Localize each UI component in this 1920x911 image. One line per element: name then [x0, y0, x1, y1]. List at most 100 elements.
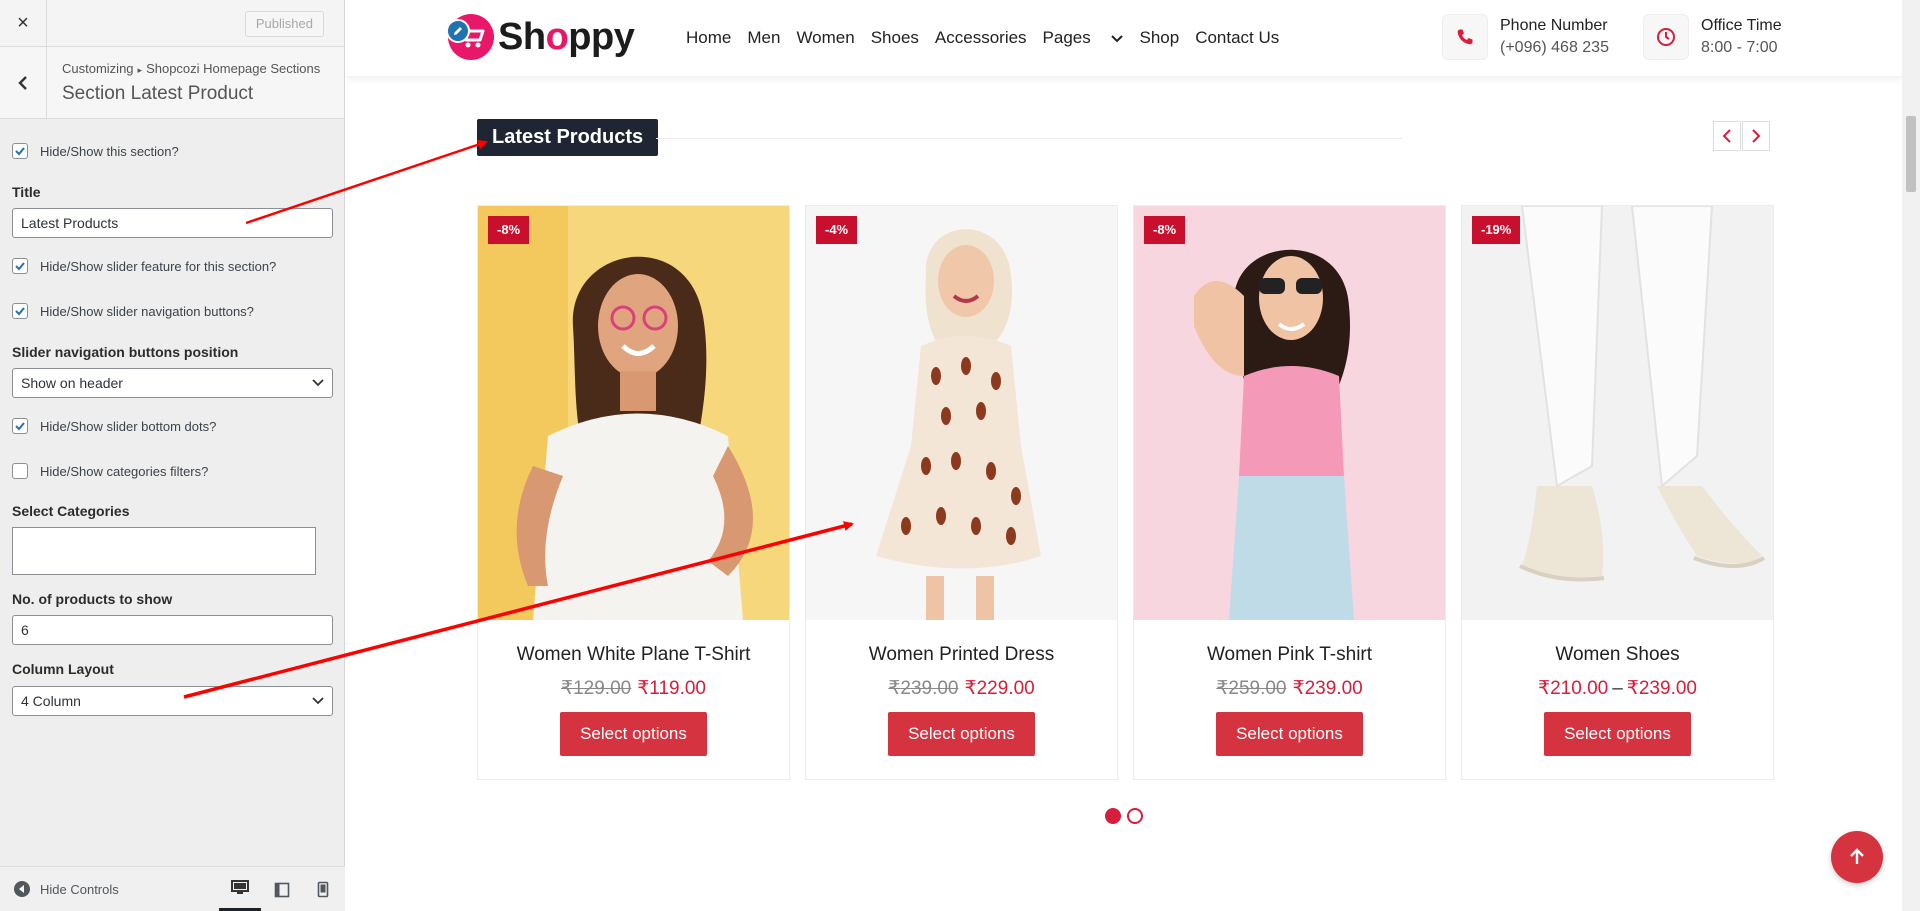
mobile-icon[interactable] [302, 867, 344, 911]
product-card[interactable]: -4% Women Printed Dress ₹239.00 ₹229.00 S… [805, 205, 1118, 780]
scrollbar-thumb[interactable] [1906, 116, 1916, 192]
select-options-button[interactable]: Select options [560, 712, 707, 756]
product-image[interactable] [478, 206, 789, 620]
published-button[interactable]: Published [244, 11, 324, 37]
slider-prev-button[interactable] [1713, 121, 1741, 151]
checkbox-unchecked-icon[interactable] [12, 463, 28, 479]
product-image[interactable] [1462, 206, 1773, 620]
section-divider [656, 138, 1402, 139]
nav-women[interactable]: Women [796, 28, 854, 48]
column-layout-value: 4 Column [21, 693, 81, 709]
scrollbar[interactable] [1902, 0, 1920, 911]
hide-show-section-checkbox[interactable]: Hide/Show this section? [12, 143, 179, 159]
category-filters-checkbox[interactable]: Hide/Show categories filters? [12, 463, 208, 479]
price-max: ₹239.00 [1626, 678, 1697, 699]
close-icon[interactable]: × [0, 0, 47, 47]
product-price: ₹239.00 ₹229.00 [806, 677, 1117, 700]
section-heading: Latest Products [477, 119, 659, 156]
old-price: ₹259.00 [1216, 678, 1287, 699]
title-field-label: Title [12, 184, 41, 200]
checkbox-label: Hide/Show this section? [40, 143, 179, 159]
phone-icon [1442, 14, 1488, 60]
nav-position-select[interactable]: Show on header [12, 368, 333, 398]
discount-badge: -8% [1144, 216, 1186, 244]
customizer-sidebar: × Published Customizing ▸ Shopcozi Homepag… [0, 0, 345, 911]
product-card[interactable]: -8% Women Pink T-shirt ₹259.00 ₹239.00 Se… [1133, 205, 1446, 780]
checkbox-checked-icon[interactable] [12, 303, 28, 319]
phone-label: Phone Number [1500, 17, 1608, 34]
select-options-button[interactable]: Select options [1216, 712, 1363, 756]
nav-accessories[interactable]: Accessories [935, 28, 1027, 48]
title-input[interactable]: Latest Products [12, 208, 333, 238]
old-price: ₹239.00 [888, 678, 959, 699]
site-logo[interactable]: Shoppy [448, 14, 635, 60]
discount-badge: -4% [816, 216, 858, 244]
product-price: ₹259.00 ₹239.00 [1134, 677, 1445, 700]
checkbox-label: Hide/Show categories filters? [40, 463, 209, 479]
phone-value: (+096) 468 235 [1500, 39, 1609, 56]
logo-text-part: ppy [568, 15, 635, 58]
product-image[interactable] [1134, 206, 1445, 620]
back-arrow-icon[interactable] [0, 47, 47, 119]
discount-badge: -8% [488, 216, 530, 244]
site-preview: Shoppy Home Men Women Shoes Accessories … [346, 0, 1920, 911]
chevron-left-icon [1722, 129, 1731, 143]
product-name[interactable]: Women Pink T-shirt [1134, 644, 1445, 666]
phone-contact: Phone Number (+096) 468 235 [1442, 14, 1609, 60]
nav-shop[interactable]: Shop [1139, 28, 1179, 48]
select-options-button[interactable]: Select options [1544, 712, 1691, 756]
office-value: 8:00 - 7:00 [1701, 39, 1778, 56]
nav-contact[interactable]: Contact Us [1195, 28, 1279, 48]
product-name[interactable]: Women Printed Dress [806, 644, 1117, 666]
checkbox-label: Hide/Show slider navigation buttons? [40, 303, 254, 319]
column-layout-select[interactable]: 4 Column [12, 686, 333, 716]
hide-controls-button[interactable]: Hide Controls [14, 881, 119, 897]
product-image[interactable] [806, 206, 1117, 620]
checkbox-label: Hide/Show slider feature for this sectio… [40, 258, 277, 274]
breadcrumb: Customizing ▸ Shopcozi Homepage Sections [62, 61, 320, 76]
slider-nav-checkbox[interactable]: Hide/Show slider navigation buttons? [12, 303, 254, 319]
main-nav: Home Men Women Shoes Accessories Pages S… [686, 28, 1295, 48]
slider-dot-2[interactable] [1127, 808, 1143, 824]
breadcrumb-parent: Shopcozi Homepage Sections [146, 61, 321, 76]
clock-icon [1643, 14, 1689, 60]
nav-pages-label: Pages [1042, 28, 1091, 47]
select-options-button[interactable]: Select options [888, 712, 1035, 756]
breadcrumb-separator-icon: ▸ [137, 65, 143, 75]
edit-pencil-icon[interactable] [446, 19, 470, 43]
nav-pages[interactable]: Pages [1043, 28, 1124, 48]
product-price: ₹129.00 ₹119.00 [478, 677, 789, 700]
scroll-to-top-button[interactable] [1831, 831, 1883, 883]
product-name[interactable]: Women Shoes [1462, 644, 1773, 666]
office-time-contact: Office Time 8:00 - 7:00 [1643, 14, 1782, 60]
column-layout-label: Column Layout [12, 661, 114, 677]
product-card[interactable]: -8% Women White Plane T-Shirt ₹129.00 ₹11… [477, 205, 790, 780]
checkbox-checked-icon[interactable] [12, 258, 28, 274]
slider-next-button[interactable] [1742, 121, 1770, 151]
products-count-input[interactable]: 6 [12, 615, 333, 645]
nav-men[interactable]: Men [747, 28, 780, 48]
product-card[interactable]: -19% Women Shoes ₹210.00– ₹239.00 Select … [1461, 205, 1774, 780]
tablet-icon[interactable] [261, 867, 303, 911]
nav-home[interactable]: Home [686, 28, 731, 48]
nav-shoes[interactable]: Shoes [871, 28, 919, 48]
logo-text: Shoppy [498, 15, 635, 59]
chevron-right-icon [1752, 129, 1761, 143]
nav-position-value: Show on header [21, 375, 123, 391]
product-name[interactable]: Women White Plane T-Shirt [478, 644, 789, 666]
chevron-down-icon [1111, 35, 1124, 43]
checkbox-checked-icon[interactable] [12, 418, 28, 434]
price-min: ₹210.00 [1538, 678, 1609, 699]
breadcrumb-root: Customizing [62, 61, 134, 76]
bottom-dots-checkbox[interactable]: Hide/Show slider bottom dots? [12, 418, 216, 434]
desktop-icon[interactable] [219, 867, 261, 911]
checkbox-checked-icon[interactable] [12, 143, 28, 159]
slider-feature-checkbox[interactable]: Hide/Show slider feature for this sectio… [12, 258, 276, 274]
chevron-down-icon [312, 379, 324, 387]
checkbox-label: Hide/Show slider bottom dots? [40, 418, 217, 434]
select-categories-box[interactable] [12, 527, 316, 575]
slider-dot-1[interactable] [1105, 808, 1121, 824]
nav-position-label: Slider navigation buttons position [12, 344, 239, 360]
collapse-icon [14, 881, 30, 897]
arrow-up-icon [1850, 848, 1864, 864]
